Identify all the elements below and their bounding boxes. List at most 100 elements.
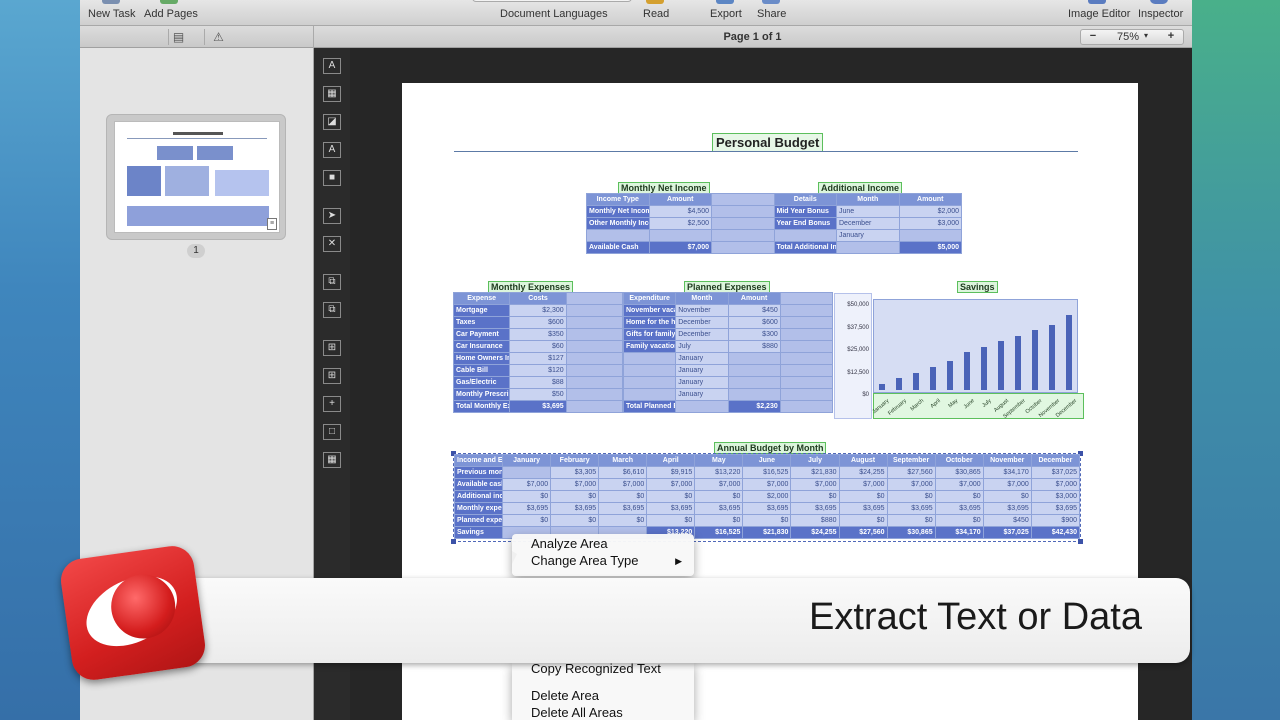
header-cell[interactable]: Amount	[898, 193, 962, 206]
table-cell[interactable]: $880	[727, 340, 781, 353]
table-cell[interactable]: Year End Bonus	[773, 217, 837, 230]
table-cell[interactable]: $3,695	[502, 502, 552, 515]
document-languages-select[interactable]	[472, 0, 632, 2]
table-cell[interactable]: December	[675, 316, 729, 329]
table-cell[interactable]	[622, 376, 677, 389]
table-cell[interactable]: $24,255	[838, 466, 888, 479]
page-view-icon[interactable]: ▤	[168, 29, 188, 45]
table-cell[interactable]	[711, 229, 775, 242]
table-cell[interactable]: $4,500	[648, 205, 712, 218]
table-cell[interactable]: $0	[550, 514, 600, 527]
new-task-button[interactable]: New Task	[88, 8, 135, 20]
table-cell[interactable]: Car Payment	[452, 328, 511, 341]
header-cell[interactable]	[565, 292, 624, 305]
table-cell[interactable]: $16,525	[742, 466, 792, 479]
header-cell[interactable]: Amount	[727, 292, 781, 305]
table-cell[interactable]: $7,000	[1030, 478, 1081, 491]
table-cell[interactable]: $9,915	[646, 466, 696, 479]
table-cell[interactable]: $21,830	[742, 526, 792, 539]
table-cell[interactable]: $3,695	[1030, 502, 1081, 515]
table-cell[interactable]: December	[836, 217, 900, 230]
table-cell[interactable]: $24,255	[790, 526, 840, 539]
table-cell[interactable]	[779, 304, 834, 317]
table-cell[interactable]: $7,000	[598, 478, 648, 491]
page-thumbnail[interactable]: ≡	[106, 114, 286, 240]
header-cell[interactable]: August	[838, 454, 888, 467]
table-cell[interactable]: $34,170	[934, 526, 984, 539]
table-area-icon[interactable]: ▦	[323, 86, 341, 102]
table-cell[interactable]: $16,525	[694, 526, 744, 539]
table-cell[interactable]	[622, 388, 677, 401]
table-cell[interactable]: $3,695	[790, 502, 840, 515]
table-cell[interactable]: $450	[982, 514, 1032, 527]
table-cell[interactable]: $0	[550, 490, 600, 503]
table-cell[interactable]	[779, 340, 834, 353]
table-cell[interactable]: $3,305	[550, 466, 600, 479]
new-task-icon[interactable]	[102, 0, 120, 4]
text-on-picture-icon[interactable]: A	[323, 142, 341, 158]
header-cell[interactable]: February	[550, 454, 600, 467]
table-cell[interactable]: $0	[502, 490, 552, 503]
expenses-table[interactable]: Expense Costs Mortgage $2,300 Taxes $600 Car P…	[452, 292, 624, 413]
share-icon[interactable]	[762, 0, 780, 4]
table-cell[interactable]: $7,000	[790, 478, 840, 491]
table-cell[interactable]	[779, 376, 834, 389]
table-cell[interactable]: $127	[509, 352, 567, 365]
header-cell[interactable]	[779, 292, 834, 305]
header-cell[interactable]: October	[934, 454, 984, 467]
table-cell[interactable]	[622, 364, 677, 377]
table-cell[interactable]: $3,695	[598, 502, 648, 515]
table-cell[interactable]: $34,170	[982, 466, 1032, 479]
header-cell[interactable]: March	[598, 454, 648, 467]
table-cell[interactable]: $2,000	[898, 205, 962, 218]
image-editor-button[interactable]: Image Editor	[1068, 8, 1130, 20]
table-cell[interactable]	[565, 328, 624, 341]
table-cell[interactable]	[648, 229, 712, 242]
table-cell[interactable]: $120	[509, 364, 567, 377]
table-cell[interactable]	[565, 400, 624, 413]
header-cell[interactable]: May	[694, 454, 744, 467]
zoom-control[interactable]: − 75% ▾ +	[1080, 29, 1184, 45]
table-cell[interactable]: $0	[598, 490, 648, 503]
income-table[interactable]: Income Type Amount Details Month Amount Month…	[586, 193, 962, 254]
delete-area-icon[interactable]: ✕	[323, 236, 341, 252]
table-cell[interactable]	[565, 388, 624, 401]
table-cell[interactable]: $7,000	[502, 478, 552, 491]
header-cell[interactable]: Expenditure	[622, 292, 677, 305]
share-button[interactable]: Share	[757, 8, 786, 20]
header-cell[interactable]: September	[886, 454, 936, 467]
table-cell[interactable]: $0	[886, 514, 936, 527]
table-cell[interactable]: $37,025	[1030, 466, 1081, 479]
table-cell[interactable]: $350	[509, 328, 567, 341]
table-cell[interactable]: $3,000	[1030, 490, 1081, 503]
table-cell[interactable]: $3,695	[742, 502, 792, 515]
table-cell[interactable]: $7,000	[886, 478, 936, 491]
table-cell[interactable]: $0	[646, 514, 696, 527]
header-cell[interactable]: Details	[773, 193, 837, 206]
table-cell[interactable]: $300	[727, 328, 781, 341]
table-cell[interactable]: $2,300	[509, 304, 567, 317]
picture-area-icon[interactable]: ◪	[323, 114, 341, 130]
image-editor-icon[interactable]	[1088, 0, 1106, 4]
table-cell[interactable]	[586, 229, 650, 242]
table-cell[interactable]: $50	[509, 388, 567, 401]
table-cell[interactable]: Car Insurance	[452, 340, 511, 353]
menu-item-copy-recognized-text[interactable]: Copy Recognized Text	[531, 661, 661, 676]
table-cell[interactable]: January	[675, 352, 729, 365]
table-cell[interactable]	[711, 205, 775, 218]
table-grid-icon[interactable]: ▦	[323, 452, 341, 468]
table-cell[interactable]: $5,000	[898, 241, 962, 254]
table-cell[interactable]: $0	[694, 490, 744, 503]
table-cell[interactable]: $7,000	[838, 478, 888, 491]
table-cell[interactable]: $3,695	[886, 502, 936, 515]
table-cell[interactable]: Home Owners Insurance	[452, 352, 511, 365]
inspector-button[interactable]: Inspector	[1138, 8, 1183, 20]
table-cell[interactable]: $7,000	[648, 241, 712, 254]
table-cell[interactable]	[711, 217, 775, 230]
table-cell[interactable]: $3,000	[898, 217, 962, 230]
header-cell[interactable]: January	[502, 454, 552, 467]
table-cell[interactable]: Planned expenses	[453, 514, 504, 527]
table-cell[interactable]: $600	[727, 316, 781, 329]
table-cell[interactable]	[898, 229, 962, 242]
table-cell[interactable]: $880	[790, 514, 840, 527]
